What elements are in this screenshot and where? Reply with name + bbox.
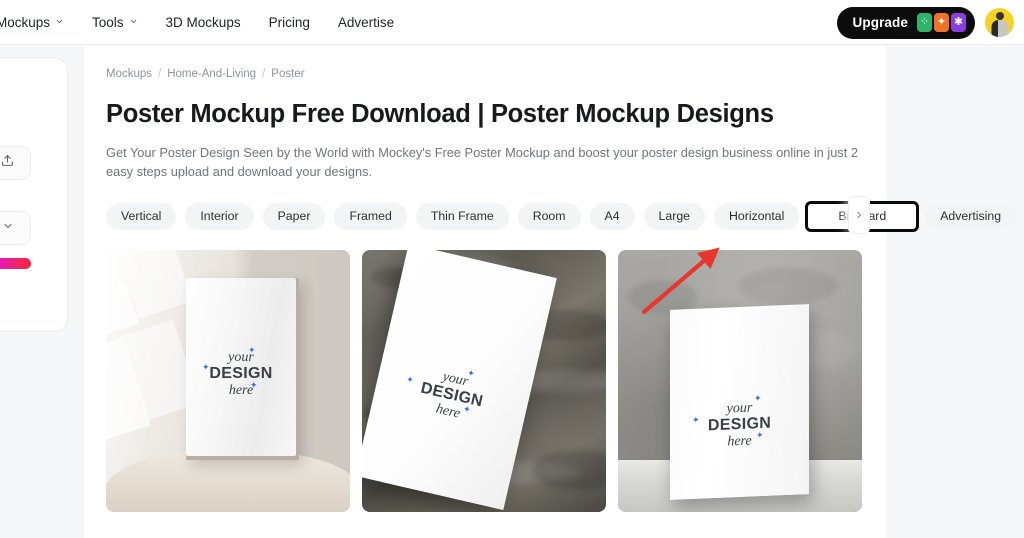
avatar-body — [991, 20, 1008, 37]
user-avatar[interactable] — [985, 8, 1014, 37]
sparkle-icon: ✦ — [756, 429, 764, 441]
poster-artwork: ✦ ✦ ✦ your DESIGN here — [670, 393, 809, 452]
sparkle-icon: ✦ — [754, 392, 762, 404]
breadcrumb-separator: / — [158, 68, 162, 80]
filter-chip-row-container: Vertical Interior Paper Framed Thin Fram… — [106, 196, 1017, 234]
mockup-card-stone-flatlay[interactable]: ✦ ✦ ✦ your DESIGN here — [362, 250, 606, 512]
breadcrumb-item-home-and-living[interactable]: Home-And-Living — [167, 68, 256, 80]
sparkle-icon: ✦ — [461, 403, 472, 416]
mockup-card-standing-table[interactable]: ✦ ✦ ✦ your DESIGN here — [618, 250, 862, 512]
nav-links: Mockups Tools 3D Mockups Pricing Adverti… — [0, 9, 408, 36]
asterisk-purple-icon: ✱ — [951, 13, 966, 32]
filter-chip-row: Vertical Interior Paper Framed Thin Fram… — [106, 200, 1017, 232]
filter-chip-room[interactable]: Room — [517, 202, 581, 230]
upgrade-button[interactable]: Upgrade ⁘ ✦ ✱ — [836, 6, 975, 39]
nav-item-3d-mockups[interactable]: 3D Mockups — [152, 9, 255, 36]
nav-item-tools[interactable]: Tools — [78, 9, 152, 36]
filter-chip-vertical[interactable]: Vertical — [106, 202, 177, 230]
sparkle-icon: ✦ — [466, 367, 476, 380]
top-navigation-bar: Mockups Tools 3D Mockups Pricing Adverti… — [0, 0, 1024, 45]
sidebar-collapse-button[interactable] — [0, 211, 31, 245]
artwork-line-3: here — [228, 383, 254, 399]
upload-icon — [1, 154, 14, 172]
nav-item-mockups[interactable]: Mockups — [0, 9, 78, 36]
nav-item-pricing[interactable]: Pricing — [255, 9, 324, 36]
upload-button[interactable] — [0, 146, 31, 180]
nav-item-label: 3D Mockups — [165, 14, 241, 30]
filter-chip-framed[interactable]: Framed — [334, 202, 407, 230]
sparkle-icon: ✦ — [692, 414, 700, 425]
upgrade-icon-group: ⁘ ✦ ✱ — [917, 13, 966, 32]
filter-chip-advertising[interactable]: Advertising — [925, 202, 1017, 230]
sparkle-icon: ✦ — [202, 362, 210, 373]
nav-item-label: Pricing — [268, 14, 310, 30]
filter-chip-a4[interactable]: A4 — [589, 202, 635, 230]
upgrade-button-label: Upgrade — [852, 15, 908, 30]
chip-scroll-next-button[interactable]: › — [848, 196, 870, 234]
breadcrumb-item-poster[interactable]: Poster — [271, 68, 304, 80]
star-orange-icon: ✦ — [934, 13, 949, 32]
page-description: Get Your Poster Design Seen by the World… — [106, 145, 858, 179]
filter-chip-horizontal[interactable]: Horizontal — [714, 202, 800, 230]
poster-sheet: ✦ ✦ ✦ your DESIGN here — [186, 278, 296, 456]
filter-chip-interior[interactable]: Interior — [185, 202, 254, 230]
nav-item-label: Advertise — [337, 14, 395, 30]
sparkle-green-icon: ⁘ — [917, 13, 932, 32]
poster-artwork: ✦ ✦ ✦ your DESIGN here — [186, 346, 296, 399]
color-gradient-slider[interactable] — [0, 258, 31, 269]
poster-artwork: ✦ ✦ ✦ your DESIGN here — [372, 355, 531, 436]
avatar-head — [995, 12, 1004, 20]
mockup-card-wall-sunlight[interactable]: ✦ ✦ ✦ your DESIGN here — [106, 250, 350, 512]
chevron-down-icon — [55, 17, 64, 26]
nav-right-actions: Upgrade ⁘ ✦ ✱ — [836, 0, 1014, 45]
poster-sheet: ✦ ✦ ✦ your DESIGN here — [670, 304, 809, 500]
nav-item-label: Tools — [92, 14, 124, 30]
main-content-panel: Mockups / Home-And-Living / Poster Poste… — [84, 46, 1017, 538]
chevron-down-icon — [2, 219, 14, 237]
nav-item-label: Mockups — [0, 14, 51, 30]
nav-item-advertise[interactable]: Advertise — [324, 9, 408, 36]
chevron-down-icon — [129, 17, 138, 26]
breadcrumb-separator: / — [262, 68, 266, 80]
left-sidebar-panel — [0, 57, 68, 332]
filter-chip-large[interactable]: Large — [643, 202, 705, 230]
mockup-gallery-grid: ✦ ✦ ✦ your DESIGN here ✦ ✦ ✦ your DESIGN… — [106, 250, 864, 512]
filter-chip-thin-frame[interactable]: Thin Frame — [415, 202, 509, 230]
page-title: Poster Mockup Free Download | Poster Moc… — [106, 100, 774, 128]
wall-texture — [738, 268, 838, 304]
chevron-right-icon: › — [856, 206, 862, 223]
sparkle-icon: ✦ — [405, 374, 415, 386]
filter-chip-paper[interactable]: Paper — [262, 202, 326, 230]
breadcrumb: Mockups / Home-And-Living / Poster — [106, 68, 864, 80]
sparkle-icon: ✦ — [248, 345, 256, 356]
breadcrumb-item-mockups[interactable]: Mockups — [106, 68, 152, 80]
sparkle-icon: ✦ — [250, 380, 258, 391]
poster-frame: ✦ ✦ ✦ your DESIGN here — [186, 278, 299, 460]
